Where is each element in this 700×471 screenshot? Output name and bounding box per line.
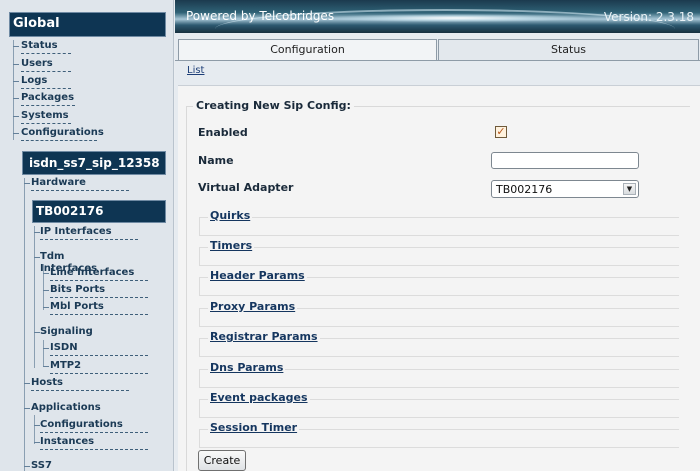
section-dns-params-link[interactable]: Dns Params: [208, 361, 286, 374]
config-header[interactable]: isdn_ss7_sip_12358: [22, 151, 166, 175]
section-event-packages-link[interactable]: Event packages: [208, 391, 310, 404]
section-registrar-params: Registrar Params: [199, 330, 679, 357]
virtual-adapter-select[interactable]: TB002176 ▼: [491, 180, 639, 198]
sidebar-item-configurations[interactable]: Configurations: [21, 127, 104, 141]
sidebar-item-hosts[interactable]: Hosts: [31, 377, 129, 391]
sidebar-item-hardware[interactable]: Hardware: [31, 177, 129, 191]
header-banner: Powered by Telcobridges Version: 2.3.18: [175, 0, 700, 33]
sidebar-item-users[interactable]: Users: [21, 58, 71, 72]
section-dns-params: Dns Params: [199, 361, 679, 388]
section-timers: Timers: [199, 239, 679, 266]
sidebar-item-systems[interactable]: Systems: [21, 110, 71, 124]
section-proxy-params-link[interactable]: Proxy Params: [208, 300, 298, 313]
sidebar-item-logs[interactable]: Logs: [21, 75, 71, 89]
sidebar-item-app-configurations[interactable]: Configurations: [40, 419, 148, 433]
adapter-header[interactable]: TB002176: [32, 200, 166, 223]
section-session-timer: Session Timer: [199, 421, 679, 448]
section-quirks: Quirks: [199, 209, 679, 236]
create-button[interactable]: Create: [198, 450, 246, 471]
form-content: Creating New Sip Config: Enabled ✓ Name …: [178, 85, 700, 471]
sidebar-item-bits-ports[interactable]: Bits Ports: [50, 284, 148, 298]
list-link[interactable]: List: [187, 65, 204, 76]
tree-guide: [43, 264, 44, 310]
sidebar-item-isdn[interactable]: ISDN: [50, 342, 148, 356]
sidebar-item-line-interfaces[interactable]: Line Interfaces: [50, 267, 148, 281]
tab-configuration[interactable]: Configuration: [178, 39, 437, 61]
sidebar-item-mbl-ports[interactable]: Mbl Ports: [50, 301, 148, 315]
chevron-down-icon[interactable]: ▼: [623, 183, 636, 195]
sidebar-item-mtp2[interactable]: MTP2: [50, 360, 148, 374]
name-input[interactable]: [491, 152, 639, 169]
section-header-params: Header Params: [199, 269, 679, 296]
sidebar-item-ss7[interactable]: SS7: [31, 460, 91, 471]
name-label: Name: [198, 154, 234, 167]
section-registrar-params-link[interactable]: Registrar Params: [208, 330, 320, 343]
tree-guide: [43, 340, 44, 367]
main-panel: Powered by Telcobridges Version: 2.3.18 …: [175, 0, 700, 471]
tree-guide: [34, 226, 35, 368]
tree-guide: [13, 40, 14, 140]
sidebar-item-status[interactable]: Status: [21, 40, 71, 54]
tree-guide: [34, 415, 35, 444]
sidebar-item-packages[interactable]: Packages: [21, 92, 75, 106]
section-proxy-params: Proxy Params: [199, 300, 679, 327]
section-session-timer-link[interactable]: Session Timer: [208, 421, 300, 434]
global-header: Global: [9, 12, 166, 37]
sidebar-item-signaling[interactable]: Signaling: [40, 326, 93, 340]
sidebar: Global Status Users Logs Packages System…: [0, 0, 174, 471]
virtual-adapter-label: Virtual Adapter: [198, 181, 294, 194]
enabled-checkbox[interactable]: ✓: [495, 126, 507, 138]
section-header-params-link[interactable]: Header Params: [208, 269, 307, 282]
sidebar-item-instances[interactable]: Instances: [40, 436, 148, 450]
subnav-bar: List: [178, 61, 699, 83]
sidebar-item-ip-interfaces[interactable]: IP Interfaces: [40, 226, 138, 240]
sidebar-item-tdm-interfaces[interactable]: Tdm Interfaces: [40, 251, 112, 274]
enabled-label: Enabled: [198, 126, 248, 139]
section-quirks-link[interactable]: Quirks: [208, 209, 253, 222]
section-timers-link[interactable]: Timers: [208, 239, 255, 252]
section-event-packages: Event packages: [199, 391, 679, 418]
form-legend: Creating New Sip Config:: [193, 99, 354, 112]
tree-guide: [24, 178, 25, 471]
virtual-adapter-value: TB002176: [496, 183, 553, 196]
tab-status[interactable]: Status: [438, 39, 699, 61]
version-text: Version: 2.3.18: [603, 10, 694, 24]
sidebar-item-applications[interactable]: Applications: [31, 402, 101, 416]
powered-by-text: Powered by Telcobridges: [186, 9, 335, 23]
